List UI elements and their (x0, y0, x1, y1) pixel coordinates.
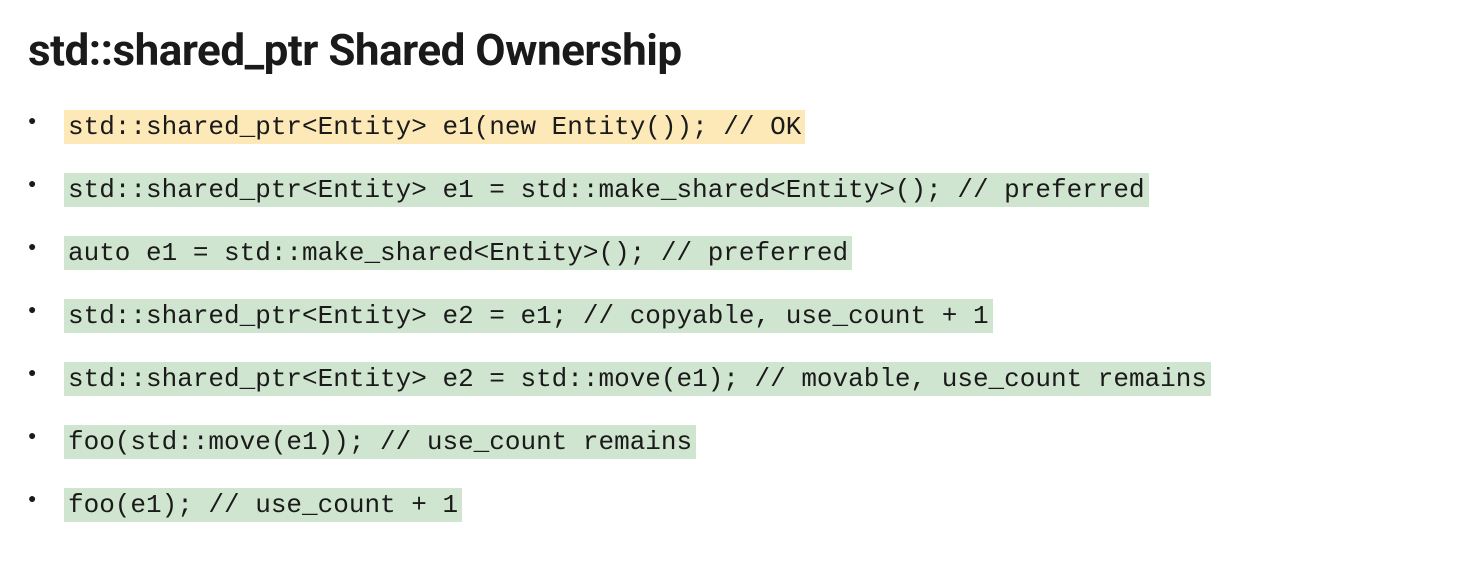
list-item: std::shared_ptr<Entity> e2 = e1; // copy… (64, 297, 1432, 336)
code-snippet: auto e1 = std::make_shared<Entity>(); //… (64, 236, 852, 270)
list-item: std::shared_ptr<Entity> e1(new Entity())… (64, 108, 1432, 147)
code-snippet: std::shared_ptr<Entity> e1(new Entity())… (64, 110, 805, 144)
code-snippet: std::shared_ptr<Entity> e1 = std::make_s… (64, 173, 1149, 207)
code-snippet: foo(std::move(e1)); // use_count remains (64, 425, 696, 459)
list-item: std::shared_ptr<Entity> e1 = std::make_s… (64, 171, 1432, 210)
code-snippet: std::shared_ptr<Entity> e2 = e1; // copy… (64, 299, 993, 333)
list-item: foo(e1); // use_count + 1 (64, 486, 1432, 525)
code-snippet: std::shared_ptr<Entity> e2 = std::move(e… (64, 362, 1211, 396)
slide-title: std::shared_ptr Shared Ownership (28, 24, 1432, 76)
list-item: foo(std::move(e1)); // use_count remains (64, 423, 1432, 462)
code-snippet: foo(e1); // use_count + 1 (64, 488, 462, 522)
list-item: auto e1 = std::make_shared<Entity>(); //… (64, 234, 1432, 273)
list-item: std::shared_ptr<Entity> e2 = std::move(e… (64, 360, 1432, 399)
code-list: std::shared_ptr<Entity> e1(new Entity())… (28, 108, 1432, 525)
